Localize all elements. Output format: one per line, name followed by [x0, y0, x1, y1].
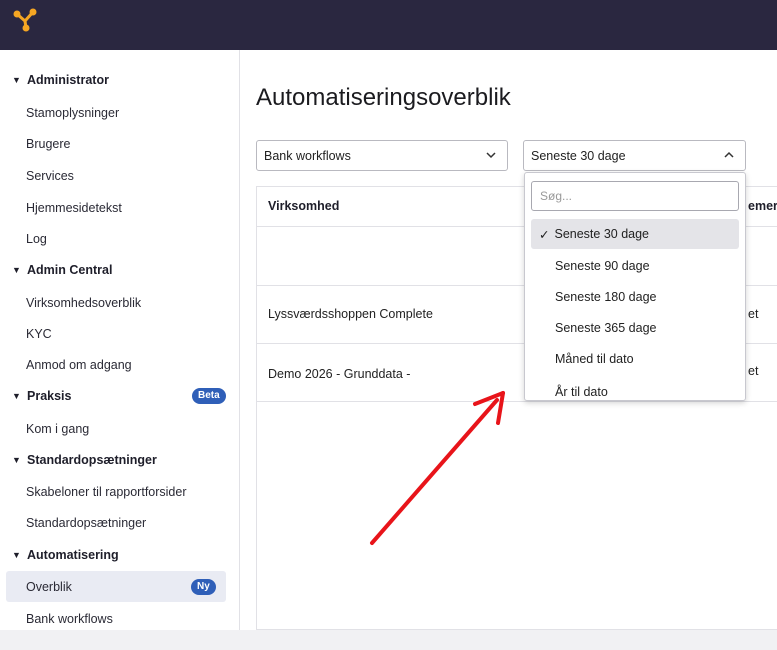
sidebar-group-administrator[interactable]: ▼ Administrator	[12, 73, 109, 87]
period-option-month-to-date[interactable]: Måned til dato	[531, 344, 739, 374]
sidebar-item-skabeloner[interactable]: Skabeloner til rapportforsider	[26, 485, 187, 499]
sidebar-item-standardopsaetninger[interactable]: Standardopsætninger	[26, 516, 146, 530]
sidebar-item-bank-workflows[interactable]: Bank workflows	[26, 612, 113, 626]
sidebar-item-kyc[interactable]: KYC	[26, 327, 52, 341]
column-header-status[interactable]: emer	[748, 199, 777, 213]
chevron-up-icon	[724, 151, 734, 158]
sidebar-item-virksomhedsoverblik[interactable]: Virksomhedsoverblik	[26, 296, 141, 310]
column-header-virksomhed[interactable]: Virksomhed	[268, 199, 339, 213]
expand-triangle-icon: ▼	[12, 455, 21, 465]
sidebar-item-services[interactable]: Services	[26, 169, 74, 183]
page-title: Automatiseringsoverblik	[256, 84, 511, 111]
expand-triangle-icon: ▼	[12, 75, 21, 85]
period-option-365[interactable]: Seneste 365 dage	[531, 313, 739, 343]
period-option-90[interactable]: Seneste 90 dage	[531, 251, 739, 281]
top-bar	[0, 0, 777, 50]
beta-badge: Beta	[192, 388, 226, 404]
sidebar-item-stamoplysninger[interactable]: Stamoplysninger	[26, 106, 119, 120]
row-divider	[256, 401, 777, 402]
period-option-year-to-date[interactable]: År til dato	[531, 377, 739, 400]
period-select-value: Seneste 30 dage	[531, 148, 626, 163]
period-option-180[interactable]: Seneste 180 dage	[531, 282, 739, 312]
period-dropdown-menu: Søg... ✓ Seneste 30 dage Seneste 90 dage…	[524, 172, 746, 401]
workflow-select[interactable]: Bank workflows	[256, 140, 508, 171]
workflow-select-value: Bank workflows	[264, 148, 351, 163]
app-logo-icon[interactable]	[10, 6, 40, 36]
sidebar-group-automatisering[interactable]: ▼ Automatisering	[12, 548, 119, 562]
dropdown-search-input[interactable]: Søg...	[531, 181, 739, 211]
sidebar-group-praksis[interactable]: ▼ Praksis	[12, 389, 71, 403]
expand-triangle-icon: ▼	[12, 391, 21, 401]
expand-triangle-icon: ▼	[12, 265, 21, 275]
new-badge: Ny	[191, 579, 216, 595]
sidebar-item-log[interactable]: Log	[26, 232, 47, 246]
sidebar-item-hjemmesidetekst[interactable]: Hjemmesidetekst	[26, 201, 122, 215]
period-option-30[interactable]: ✓ Seneste 30 dage	[531, 219, 739, 249]
chevron-down-icon	[486, 152, 496, 159]
sidebar-item-overblik[interactable]: Overblik	[26, 580, 72, 594]
table-row-company[interactable]: Demo 2026 - Grunddata -	[268, 367, 410, 381]
table-row-company[interactable]: Lyssværdsshoppen Complete	[268, 307, 433, 321]
sidebar-item-anmod-om-adgang[interactable]: Anmod om adgang	[26, 358, 132, 372]
period-select[interactable]: Seneste 30 dage	[523, 140, 746, 171]
sidebar-item-kom-i-gang[interactable]: Kom i gang	[26, 422, 89, 436]
table-row-status: et	[748, 307, 759, 321]
table-row-status: et	[748, 364, 759, 378]
sidebar-item-brugere[interactable]: Brugere	[26, 137, 70, 151]
checkmark-icon: ✓	[539, 227, 550, 242]
expand-triangle-icon: ▼	[12, 550, 21, 560]
sidebar-group-standardopsaetninger[interactable]: ▼ Standardopsætninger	[12, 453, 157, 467]
sidebar-group-admin-central[interactable]: ▼ Admin Central	[12, 263, 112, 277]
bottom-strip	[0, 630, 777, 650]
